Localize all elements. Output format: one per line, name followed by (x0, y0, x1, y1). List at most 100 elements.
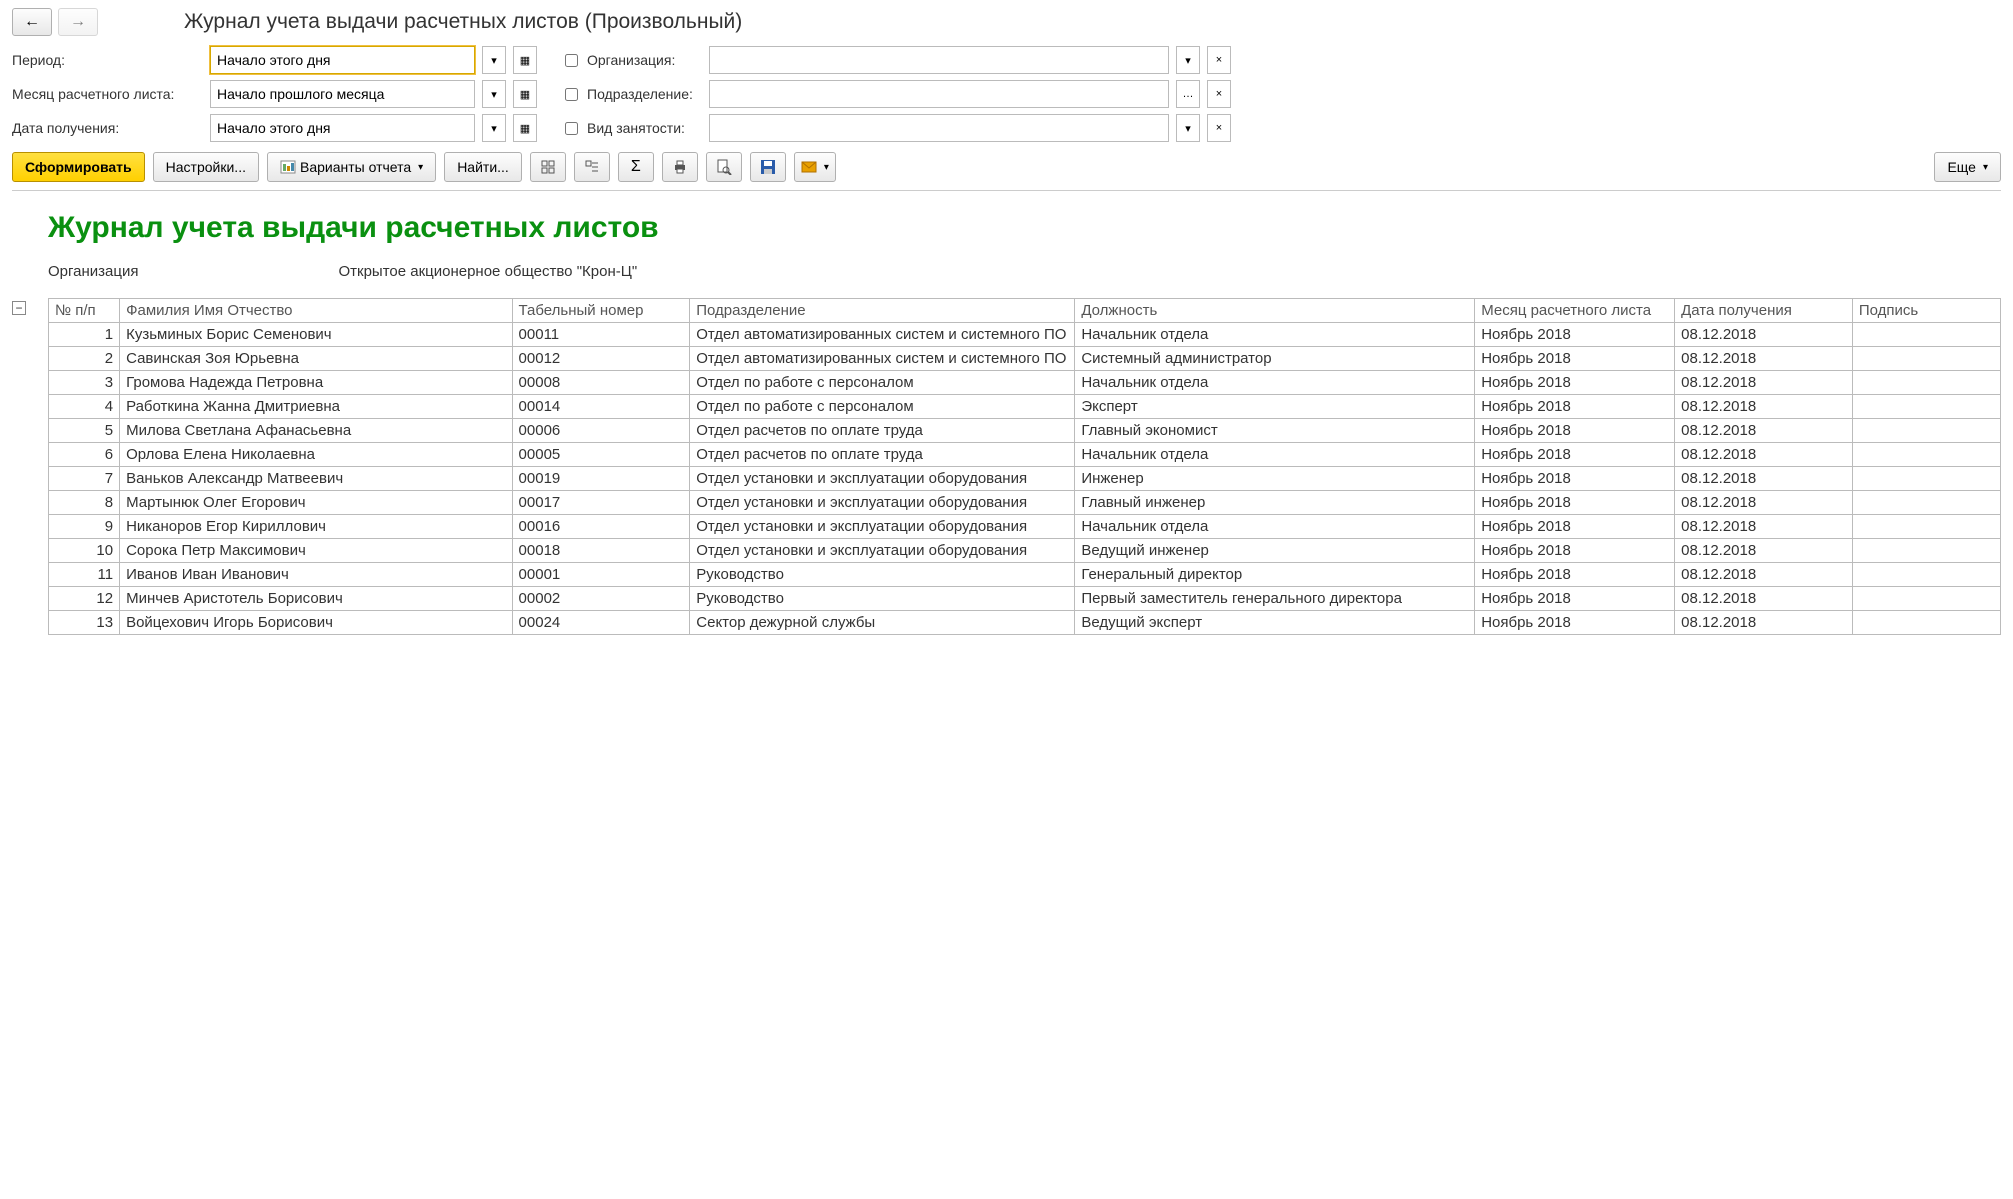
employment-input[interactable] (709, 114, 1169, 142)
cell-month: Ноябрь 2018 (1475, 467, 1675, 491)
cell-sign (1852, 323, 2000, 347)
receive-date-dropdown-button[interactable]: ▾ (482, 114, 506, 142)
cell-pos: Начальник отдела (1075, 515, 1475, 539)
sheet-month-input[interactable] (210, 80, 475, 108)
employment-clear-button[interactable]: × (1207, 114, 1231, 142)
period-dropdown-button[interactable]: ▾ (482, 46, 506, 74)
cell-month: Ноябрь 2018 (1475, 515, 1675, 539)
collapse-handle[interactable]: − (12, 301, 26, 315)
preview-button[interactable] (706, 152, 742, 182)
cell-dept: Отдел автоматизированных систем и систем… (690, 347, 1075, 371)
cell-fio: Минчев Аристотель Борисович (120, 587, 512, 611)
department-clear-button[interactable]: × (1207, 80, 1231, 108)
cell-pos: Главный инженер (1075, 491, 1475, 515)
settings-button[interactable]: Настройки... (153, 152, 259, 182)
table-row[interactable]: 3Громова Надежда Петровна00008Отдел по р… (49, 371, 2001, 395)
report-icon (280, 159, 296, 175)
department-checkbox-label[interactable]: Подразделение: (561, 85, 701, 104)
cell-num: 4 (49, 395, 120, 419)
table-row[interactable]: 12Минчев Аристотель Борисович00002Руково… (49, 587, 2001, 611)
cell-month: Ноябрь 2018 (1475, 443, 1675, 467)
table-row[interactable]: 10Сорока Петр Максимович00018Отдел устан… (49, 539, 2001, 563)
receive-date-label: Дата получения: (12, 120, 202, 136)
more-button[interactable]: Еще ▾ (1934, 152, 2001, 182)
cell-sign (1852, 491, 2000, 515)
cell-num: 2 (49, 347, 120, 371)
cell-num: 13 (49, 611, 120, 635)
table-row[interactable]: 2Савинская Зоя Юрьевна00012Отдел автомат… (49, 347, 2001, 371)
col-header-sign: Подпись (1852, 299, 2000, 323)
table-row[interactable]: 9Никаноров Егор Кириллович00016Отдел уст… (49, 515, 2001, 539)
table-row[interactable]: 13Войцехович Игорь Борисович00024Сектор … (49, 611, 2001, 635)
table-row[interactable]: 4Работкина Жанна Дмитриевна00014Отдел по… (49, 395, 2001, 419)
cell-sign (1852, 371, 2000, 395)
cell-num: 11 (49, 563, 120, 587)
report-area: − Журнал учета выдачи расчетных листов О… (12, 190, 2001, 635)
generate-button[interactable]: Сформировать (12, 152, 145, 182)
collapse-icon (584, 159, 600, 175)
chevron-down-icon: ▾ (491, 54, 497, 67)
close-icon: × (1216, 54, 1222, 66)
organization-dropdown-button[interactable]: ▾ (1176, 46, 1200, 74)
sum-button[interactable]: Σ (618, 152, 654, 182)
cell-num: 9 (49, 515, 120, 539)
report-table: № п/п Фамилия Имя Отчество Табельный ном… (48, 298, 2001, 635)
sheet-month-label: Месяц расчетного листа: (12, 86, 202, 102)
period-input[interactable] (210, 46, 475, 74)
report-org-value: Открытое акционерное общество "Крон-Ц" (338, 263, 637, 280)
nav-back-button[interactable]: ← (12, 8, 52, 36)
cell-sign (1852, 395, 2000, 419)
report-org-label: Организация (48, 263, 138, 280)
arrow-left-icon: ← (24, 13, 40, 31)
cell-date: 08.12.2018 (1675, 611, 1853, 635)
email-button[interactable]: ▾ (794, 152, 836, 182)
magnifier-page-icon (716, 159, 732, 175)
floppy-icon (760, 159, 776, 175)
table-row[interactable]: 7Ваньков Александр Матвеевич00019Отдел у… (49, 467, 2001, 491)
collapse-groups-button[interactable] (574, 152, 610, 182)
department-select-button[interactable]: … (1176, 80, 1200, 108)
table-row[interactable]: 1Кузьминых Борис Семенович00011Отдел авт… (49, 323, 2001, 347)
expand-icon (540, 159, 556, 175)
nav-forward-button[interactable]: → (58, 8, 98, 36)
organization-clear-button[interactable]: × (1207, 46, 1231, 74)
report-variants-button[interactable]: Варианты отчета ▾ (267, 152, 436, 182)
cell-tab: 00002 (512, 587, 690, 611)
department-checkbox[interactable] (565, 88, 578, 101)
employment-checkbox[interactable] (565, 122, 578, 135)
cell-month: Ноябрь 2018 (1475, 395, 1675, 419)
cell-pos: Ведущий эксперт (1075, 611, 1475, 635)
sheet-month-dropdown-button[interactable]: ▾ (482, 80, 506, 108)
cell-fio: Орлова Елена Николаевна (120, 443, 512, 467)
cell-sign (1852, 539, 2000, 563)
print-button[interactable] (662, 152, 698, 182)
organization-checkbox[interactable] (565, 54, 578, 67)
department-input[interactable] (709, 80, 1169, 108)
cell-num: 7 (49, 467, 120, 491)
table-row[interactable]: 6Орлова Елена Николаевна00005Отдел расче… (49, 443, 2001, 467)
employment-dropdown-button[interactable]: ▾ (1176, 114, 1200, 142)
expand-groups-button[interactable] (530, 152, 566, 182)
cell-fio: Милова Светлана Афанасьевна (120, 419, 512, 443)
cell-fio: Никаноров Егор Кириллович (120, 515, 512, 539)
cell-pos: Инженер (1075, 467, 1475, 491)
find-button[interactable]: Найти... (444, 152, 522, 182)
cell-sign (1852, 563, 2000, 587)
employment-checkbox-label[interactable]: Вид занятости: (561, 119, 701, 138)
cell-date: 08.12.2018 (1675, 395, 1853, 419)
receive-date-calendar-button[interactable]: ▦ (513, 114, 537, 142)
calendar-icon: ▦ (520, 122, 530, 135)
sheet-month-calendar-button[interactable]: ▦ (513, 80, 537, 108)
organization-checkbox-label[interactable]: Организация: (561, 51, 701, 70)
period-calendar-button[interactable]: ▦ (513, 46, 537, 74)
save-button[interactable] (750, 152, 786, 182)
receive-date-input[interactable] (210, 114, 475, 142)
organization-input[interactable] (709, 46, 1169, 74)
table-row[interactable]: 5Милова Светлана Афанасьевна00006Отдел р… (49, 419, 2001, 443)
cell-pos: Системный администратор (1075, 347, 1475, 371)
cell-fio: Кузьминых Борис Семенович (120, 323, 512, 347)
cell-month: Ноябрь 2018 (1475, 419, 1675, 443)
close-icon: × (1216, 88, 1222, 100)
table-row[interactable]: 11Иванов Иван Иванович00001РуководствоГе… (49, 563, 2001, 587)
table-row[interactable]: 8Мартынюк Олег Егорович00017Отдел устано… (49, 491, 2001, 515)
